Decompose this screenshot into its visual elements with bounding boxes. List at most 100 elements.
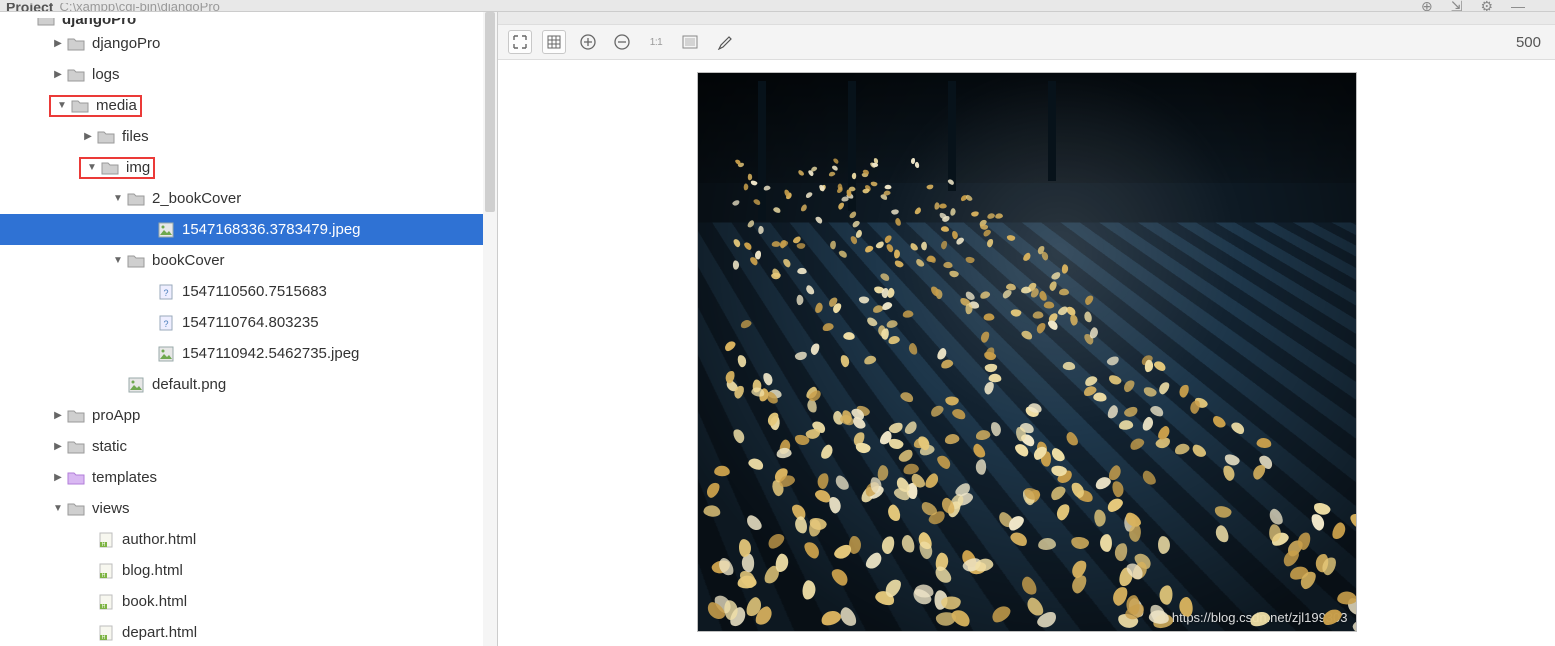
tree-node-f1[interactable]: ?1547110560.7515683 <box>0 276 497 307</box>
tree-node-label: 1547110942.5462735.jpeg <box>182 345 359 362</box>
tree-node-label: logs <box>92 66 120 83</box>
chevron-right-icon[interactable]: ▶ <box>50 38 66 49</box>
tree-node-logs[interactable]: ▶ logs <box>0 59 497 90</box>
tree-node-static[interactable]: ▶ static <box>0 431 497 462</box>
folder-purple-icon <box>66 469 86 487</box>
tree-node-label: img <box>126 159 150 176</box>
tree-node-label: media <box>96 97 137 114</box>
project-header-actions: ⊕ ⇲ ⚙ — <box>1421 1 1555 11</box>
tree-node-proApp[interactable]: ▶ proApp <box>0 400 497 431</box>
tree-scrollbar[interactable] <box>483 12 497 646</box>
svg-text:H: H <box>102 635 106 641</box>
html-icon: H <box>96 562 116 580</box>
tree-node-2_bookCover[interactable]: ▼ 2_bookCover <box>0 183 497 214</box>
tree-node-label: 2_bookCover <box>152 190 241 207</box>
tree-node-f3[interactable]: 1547110942.5462735.jpeg <box>0 338 497 369</box>
chevron-down-icon[interactable]: ▼ <box>54 100 70 111</box>
tree-node-default[interactable]: default.png <box>0 369 497 400</box>
background-toggle-icon[interactable] <box>678 30 702 54</box>
tree-node-sel-img[interactable]: 1547168336.3783479.jpeg <box>0 214 497 245</box>
folder-icon <box>66 66 86 84</box>
image-icon <box>156 345 176 363</box>
chevron-down-icon[interactable]: ▼ <box>110 193 126 204</box>
tree-node-views[interactable]: ▼views <box>0 493 497 524</box>
locate-icon[interactable]: ⊕ <box>1421 1 1433 11</box>
project-sidebar: djangoPro▶djangoPro▶logs▼media▶files▼img… <box>0 12 498 646</box>
chevron-right-icon[interactable]: ▶ <box>50 69 66 80</box>
tree-node-author[interactable]: Hauthor.html <box>0 524 497 555</box>
zoom-out-icon[interactable] <box>610 30 634 54</box>
tree-node-book[interactable]: Hbook.html <box>0 586 497 617</box>
chevron-right-icon[interactable]: ▶ <box>80 131 96 142</box>
color-picker-icon[interactable] <box>712 30 736 54</box>
preview-image: https://blog.csdn.net/zjl199303 <box>697 72 1357 632</box>
folder-icon <box>66 500 86 518</box>
folder-icon <box>70 97 90 115</box>
zoom-actual-button[interactable]: 1:1 <box>644 30 668 54</box>
project-tree[interactable]: djangoPro▶djangoPro▶logs▼media▶files▼img… <box>0 12 497 646</box>
project-title: Project <box>6 3 53 11</box>
tree-node-label: 1547110764.803235 <box>182 314 319 331</box>
tree-node-label: author.html <box>122 531 196 548</box>
zoom-in-icon[interactable] <box>576 30 600 54</box>
tree-node-depart[interactable]: Hdepart.html <box>0 617 497 646</box>
folder-icon <box>66 407 86 425</box>
tree-node-label: files <box>122 128 149 145</box>
tree-node-media[interactable]: ▼ media <box>0 90 497 121</box>
tree-node-label: book.html <box>122 593 187 610</box>
folder-open-icon <box>36 18 56 28</box>
folder-icon <box>126 252 146 270</box>
svg-text:?: ? <box>163 319 168 329</box>
tree-node-label: bookCover <box>152 252 225 269</box>
html-icon: H <box>96 624 116 642</box>
folder-icon <box>66 35 86 53</box>
tree-node-bookCover[interactable]: ▼ bookCover <box>0 245 497 276</box>
tree-node-label: templates <box>92 469 157 486</box>
grid-icon[interactable] <box>542 30 566 54</box>
editor-tabs: book.py×1547168336.3783479.jpeg×admin.py… <box>498 12 1555 24</box>
image-icon <box>156 221 176 239</box>
tree-scroll-thumb[interactable] <box>485 12 495 212</box>
tree-node-label: blog.html <box>122 562 183 579</box>
tree-node-label: static <box>92 438 127 455</box>
folder-icon <box>96 128 116 146</box>
html-icon: H <box>96 531 116 549</box>
tree-node-root[interactable]: djangoPro <box>0 18 497 28</box>
fit-icon[interactable] <box>508 30 532 54</box>
tree-node-files[interactable]: ▶ files <box>0 121 497 152</box>
image-toolbar: 1:1 500 <box>498 24 1555 60</box>
tree-node-label: 1547168336.3783479.jpeg <box>182 221 361 238</box>
svg-text:H: H <box>102 604 106 610</box>
tree-node-templates[interactable]: ▶ templates <box>0 462 497 493</box>
project-path: C:\xampp\cgi-bin\djangoPro <box>59 3 219 11</box>
chevron-down-icon[interactable]: ▼ <box>84 162 100 173</box>
dimensions-label: 500 <box>1516 34 1545 51</box>
tree-node-label: depart.html <box>122 624 197 641</box>
svg-text:H: H <box>102 542 106 548</box>
tree-node-f2[interactable]: ? 1547110764.803235 <box>0 307 497 338</box>
folder-icon <box>66 438 86 456</box>
project-header: Project C:\xampp\cgi-bin\djangoPro ⊕ ⇲ ⚙… <box>0 0 1555 12</box>
folder-icon <box>100 159 120 177</box>
chevron-right-icon[interactable]: ▶ <box>50 410 66 421</box>
editor-area: book.py×1547168336.3783479.jpeg×admin.py… <box>498 12 1555 646</box>
gear-icon[interactable]: ⚙ <box>1480 1 1493 11</box>
chevron-right-icon[interactable]: ▶ <box>50 472 66 483</box>
tree-node-label: proApp <box>92 407 140 424</box>
chevron-down-icon[interactable]: ▼ <box>50 503 66 514</box>
image-icon <box>126 376 146 394</box>
image-canvas[interactable]: https://blog.csdn.net/zjl199303 <box>498 60 1555 646</box>
tree-node-label: 1547110560.7515683 <box>182 283 327 300</box>
minimize-icon[interactable]: — <box>1511 1 1525 11</box>
chevron-down-icon[interactable]: ▼ <box>110 255 126 266</box>
unknown-icon: ? <box>156 314 176 332</box>
svg-text:H: H <box>102 573 106 579</box>
tree-node-djangoPro[interactable]: ▶djangoPro <box>0 28 497 59</box>
tree-node-label: djangoPro <box>62 18 136 28</box>
html-icon: H <box>96 593 116 611</box>
tree-node-blog[interactable]: Hblog.html <box>0 555 497 586</box>
chevron-right-icon[interactable]: ▶ <box>50 441 66 452</box>
collapse-icon[interactable]: ⇲ <box>1451 1 1463 11</box>
tree-node-label: default.png <box>152 376 226 393</box>
tree-node-img[interactable]: ▼ img <box>0 152 497 183</box>
